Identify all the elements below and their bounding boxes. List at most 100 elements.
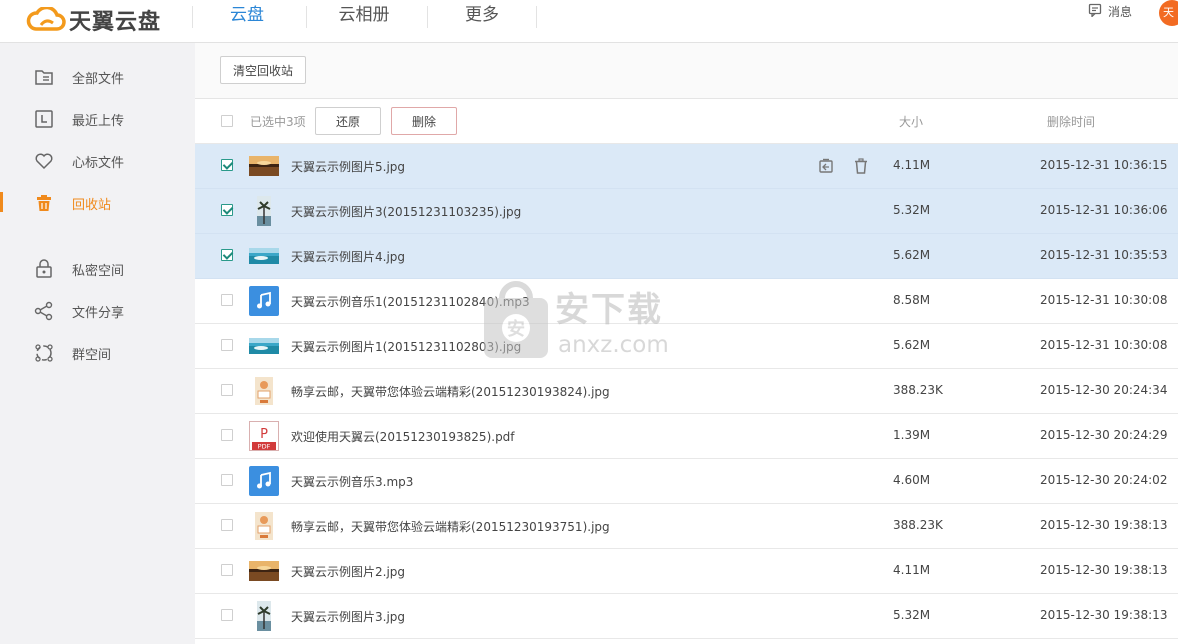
app-logo[interactable]: 天翼云盘	[26, 5, 161, 35]
delete-button[interactable]: 删除	[391, 107, 457, 135]
selected-count: 已选中3项	[250, 115, 306, 129]
row-checkbox[interactable]	[221, 429, 233, 441]
select-all-checkbox[interactable]	[221, 115, 233, 127]
file-size: 4.11M	[893, 563, 931, 577]
sidebar-item-group-space[interactable]: 群空间	[0, 332, 195, 372]
folder-icon	[34, 67, 54, 87]
nav-divider	[192, 6, 193, 28]
cloud-logo-icon	[26, 7, 66, 33]
sidebar-item-private-space[interactable]: 私密空间	[0, 248, 195, 288]
deleted-time: 2015-12-30 19:38:13	[1040, 608, 1168, 622]
row-checkbox[interactable]	[221, 564, 233, 576]
delete-icon[interactable]	[852, 157, 870, 175]
file-row[interactable]: 天翼云示例图片1(20151231102803).jpg 5.62M 2015-12…	[195, 324, 1178, 369]
deleted-time: 2015-12-30 19:38:13	[1040, 518, 1168, 532]
file-row[interactable]: 畅享云邮，天翼带您体验云端精彩(20151230193751).jpg 388.2…	[195, 504, 1178, 549]
sidebar-item-file-share[interactable]: 文件分享	[0, 290, 195, 330]
file-name[interactable]: 天翼云示例音乐3.mp3	[291, 473, 413, 490]
row-checkbox[interactable]	[221, 474, 233, 486]
file-size: 8.58M	[893, 293, 931, 307]
file-size: 388.23K	[893, 383, 943, 397]
file-name[interactable]: 天翼云示例图片3.jpg	[291, 608, 405, 625]
group-icon	[34, 343, 54, 363]
sidebar-item-label: 回收站	[72, 198, 112, 213]
file-name[interactable]: 天翼云示例图片2.jpg	[291, 563, 405, 580]
row-checkbox[interactable]	[221, 249, 233, 261]
row-checkbox[interactable]	[221, 159, 233, 171]
image-thumbnail-icon	[249, 331, 279, 361]
file-size: 5.62M	[893, 338, 931, 352]
file-size: 4.11M	[893, 158, 931, 172]
music-file-icon	[249, 286, 279, 316]
messages-label: 消息	[1108, 5, 1133, 19]
sidebar-item-recent-uploads[interactable]: 最近上传	[0, 98, 195, 138]
file-row[interactable]: 天翼云示例图片2.jpg 4.11M 2015-12-30 19:38:13	[195, 549, 1178, 594]
file-row[interactable]: 畅享云邮，天翼带您体验云端精彩(20151230193824).jpg 388.2…	[195, 369, 1178, 414]
file-row[interactable]: 天翼云示例图片3.jpg 5.32M 2015-12-30 19:38:13	[195, 594, 1178, 639]
deleted-time: 2015-12-31 10:30:08	[1040, 293, 1168, 307]
deleted-time: 2015-12-31 10:36:15	[1040, 158, 1168, 172]
tab-more[interactable]: 更多	[446, 0, 518, 31]
file-name[interactable]: 天翼云示例音乐1(20151231102840).mp3	[291, 293, 530, 310]
row-checkbox[interactable]	[221, 519, 233, 531]
file-size: 5.62M	[893, 248, 931, 262]
toolbar: 清空回收站	[195, 43, 1178, 99]
message-icon	[1088, 3, 1108, 20]
file-list-panel: 清空回收站 已选中3项 还原 删除 大小 删除时间 天翼云示例图片5.jpg 4.…	[195, 43, 1178, 644]
file-name[interactable]: 畅享云邮，天翼带您体验云端精彩(20151230193824).jpg	[291, 383, 610, 400]
file-row[interactable]: 天翼云示例音乐3.mp3 4.60M 2015-12-30 20:24:02	[195, 459, 1178, 504]
heart-icon	[34, 151, 54, 171]
tab-cloud-album[interactable]: 云相册	[318, 0, 410, 31]
sidebar-item-label: 文件分享	[72, 306, 125, 321]
file-name[interactable]: 天翼云示例图片4.jpg	[291, 248, 405, 265]
music-file-icon	[249, 466, 279, 496]
sidebar-item-label: 心标文件	[72, 156, 125, 171]
restore-button[interactable]: 还原	[315, 107, 381, 135]
avatar[interactable]: 天	[1159, 0, 1178, 26]
image-thumbnail-icon	[249, 376, 279, 406]
file-name[interactable]: 畅享云邮，天翼带您体验云端精彩(20151230193751).jpg	[291, 518, 610, 535]
file-name[interactable]: 天翼云示例图片3(20151231103235).jpg	[291, 203, 521, 220]
file-name[interactable]: 欢迎使用天翼云(20151230193825).pdf	[291, 428, 515, 445]
image-thumbnail-icon	[249, 151, 279, 181]
list-header: 已选中3项 还原 删除 大小 删除时间	[195, 99, 1178, 144]
file-row[interactable]: 天翼云示例音乐1(20151231102840).mp3 8.58M 2015-12…	[195, 279, 1178, 324]
image-thumbnail-icon	[249, 241, 279, 271]
file-row[interactable]: P PDF 欢迎使用天翼云(20151230193825).pdf 1.39M 2015…	[195, 414, 1178, 459]
column-header-size[interactable]: 大小	[899, 113, 923, 130]
sidebar-item-favorites[interactable]: 心标文件	[0, 140, 195, 180]
restore-icon[interactable]	[817, 157, 835, 175]
sidebar-item-label: 最近上传	[72, 114, 125, 129]
deleted-time: 2015-12-30 20:24:34	[1040, 383, 1168, 397]
file-name[interactable]: 天翼云示例图片5.jpg	[291, 158, 405, 175]
row-checkbox[interactable]	[221, 609, 233, 621]
file-size: 1.39M	[893, 428, 931, 442]
column-header-deleted-time[interactable]: 删除时间	[1047, 113, 1095, 130]
pdf-file-icon: P PDF	[249, 421, 279, 451]
messages-button[interactable]: 消息	[1088, 3, 1132, 20]
file-row[interactable]: 天翼云示例图片3(20151231103235).jpg 5.32M 2015-12…	[195, 189, 1178, 234]
clock-icon	[34, 109, 54, 129]
tab-cloud-disk[interactable]: 云盘	[210, 0, 284, 31]
sidebar-item-all-files[interactable]: 全部文件	[0, 56, 195, 96]
row-checkbox[interactable]	[221, 384, 233, 396]
image-thumbnail-icon	[249, 601, 279, 631]
svg-text:P: P	[260, 427, 268, 442]
file-size: 388.23K	[893, 518, 943, 532]
file-name[interactable]: 天翼云示例图片1(20151231102803).jpg	[291, 338, 521, 355]
row-checkbox[interactable]	[221, 204, 233, 216]
lock-icon	[34, 259, 54, 279]
row-checkbox[interactable]	[221, 294, 233, 306]
deleted-time: 2015-12-31 10:36:06	[1040, 203, 1168, 217]
file-row[interactable]: 天翼云示例图片5.jpg 4.11M 2015-12-31 10:36:15	[195, 144, 1178, 189]
row-checkbox[interactable]	[221, 339, 233, 351]
deleted-time: 2015-12-31 10:35:53	[1040, 248, 1168, 262]
file-row[interactable]: 天翼云示例图片4.jpg 5.62M 2015-12-31 10:35:53	[195, 234, 1178, 279]
nav-divider	[536, 6, 537, 28]
app-logo-text: 天翼云盘	[69, 10, 162, 35]
sidebar-item-recycle-bin[interactable]: 回收站	[0, 182, 195, 222]
share-icon	[34, 301, 54, 321]
image-thumbnail-icon	[249, 196, 279, 226]
deleted-time: 2015-12-30 20:24:02	[1040, 473, 1168, 487]
empty-recycle-bin-button[interactable]: 清空回收站	[220, 56, 306, 84]
